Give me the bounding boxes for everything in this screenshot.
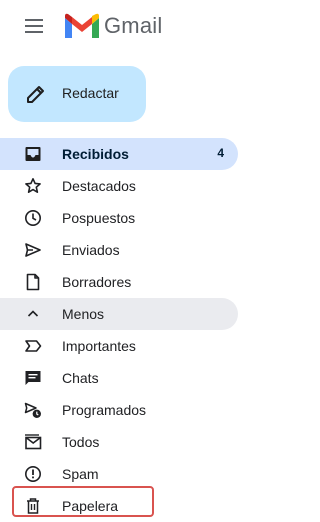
sidebar-item-label: Programados [62,402,147,418]
report-icon [25,466,41,482]
chat-icon [25,371,41,385]
sidebar-item-spam[interactable]: Spam [0,458,238,490]
sidebar-item-label: Recibidos [62,146,129,162]
label-important-icon [25,340,42,352]
clock-icon [25,210,41,226]
all-mail-icon [25,434,42,450]
sidebar-item-label: Enviados [62,242,120,258]
chevron-up-icon [27,310,39,317]
inbox-icon [25,147,41,161]
sidebar-item-label: Spam [62,466,99,482]
main-menu-button[interactable] [18,10,50,42]
sidebar-nav: Recibidos 4 Destacados Pospuestos Enviad… [0,138,248,522]
sidebar-item-label: Borradores [62,274,132,290]
sidebar-item-borradores[interactable]: Borradores [0,266,238,298]
sidebar-item-label: Importantes [62,338,136,354]
draft-icon [26,273,40,291]
sidebar-item-destacados[interactable]: Destacados [0,170,238,202]
sidebar-item-label: Papelera [62,498,119,514]
sidebar-item-pospuestos[interactable]: Pospuestos [0,202,238,234]
sidebar-item-importantes[interactable]: Importantes [0,330,238,362]
sidebar-item-label: Destacados [62,178,136,194]
sidebar-item-programados[interactable]: Programados [0,394,238,426]
sidebar-item-chats[interactable]: Chats [0,362,238,394]
sidebar-item-menos[interactable]: Menos [0,298,238,330]
gmail-logo-icon[interactable] [62,12,102,40]
hamburger-menu-icon [25,19,43,33]
sidebar-item-todos[interactable]: Todos [0,426,238,458]
sidebar-item-label: Pospuestos [62,210,136,226]
send-icon [25,243,41,257]
sidebar-item-label: Chats [62,370,99,386]
sidebar-item-papelera[interactable]: Papelera [0,490,238,522]
sidebar-item-enviados[interactable]: Enviados [0,234,238,266]
compose-label: Redactar [62,85,119,101]
trash-icon [27,498,39,514]
sidebar-item-label: Todos [62,434,100,450]
sidebar-item-recibidos[interactable]: Recibidos 4 [0,138,238,170]
unread-count-badge: 4 [217,146,224,160]
top-bar: Gmail [0,0,248,52]
star-icon [25,178,41,193]
compose-button[interactable]: Redactar [8,66,146,122]
pencil-icon [27,86,44,103]
scheduled-send-icon [24,402,41,418]
sidebar-item-label: Menos [62,306,105,322]
gmail-logo-text: Gmail [104,13,163,38]
